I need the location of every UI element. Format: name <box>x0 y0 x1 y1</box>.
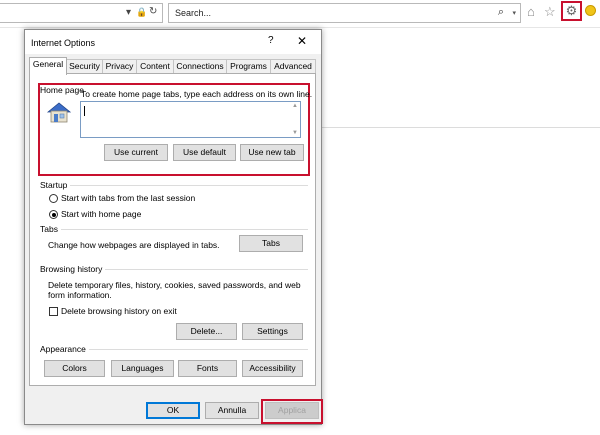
tab-connections[interactable]: Connections <box>173 59 227 74</box>
home-page-input[interactable]: ▲ ▼ <box>80 101 301 138</box>
tab-programs[interactable]: Programs <box>226 59 271 74</box>
gear-icon: ⚙ <box>565 3 578 18</box>
home-icon[interactable]: ⌂ <box>527 4 535 19</box>
scroll-down-arrow-icon[interactable]: ▼ <box>292 130 298 136</box>
ok-button[interactable]: OK <box>146 402 200 419</box>
tab-privacy[interactable]: Privacy <box>102 59 137 74</box>
tab-security[interactable]: Security <box>66 59 103 74</box>
search-icon[interactable]: ⌕ <box>498 6 504 19</box>
dialog-title: Internet Options <box>31 38 96 48</box>
use-new-tab-button[interactable]: Use new tab <box>240 144 304 161</box>
home-page-description: To create home page tabs, type each addr… <box>81 89 313 99</box>
tab-general[interactable]: General <box>29 57 67 75</box>
radio-last-session[interactable] <box>49 194 58 203</box>
accessibility-button[interactable]: Accessibility <box>242 360 303 377</box>
tab-advanced[interactable]: Advanced <box>270 59 316 74</box>
tabs-section-label: Tabs <box>40 224 61 234</box>
home-page-label: Home page <box>40 85 87 95</box>
startup-label: Startup <box>40 180 71 190</box>
content-divider <box>321 127 600 128</box>
tools-gear-button[interactable]: ⚙ <box>561 1 582 21</box>
browsing-history-label: Browsing history <box>40 264 106 274</box>
browsing-history-rule <box>104 269 308 270</box>
tabs-rule <box>60 229 308 230</box>
startup-rule <box>70 185 308 186</box>
use-default-button[interactable]: Use default <box>173 144 236 161</box>
internet-options-dialog: Internet Options ? ✕ General Security Pr… <box>24 29 323 425</box>
address-bar[interactable]: ▾ 🔒 ↻ <box>0 3 163 23</box>
languages-button[interactable]: Languages <box>111 360 174 377</box>
search-box[interactable]: Search... ⌕ ▾ <box>168 3 521 23</box>
appearance-rule <box>88 349 308 350</box>
colors-button[interactable]: Colors <box>44 360 105 377</box>
favorites-star-icon[interactable]: ☆ <box>544 4 556 20</box>
apply-button[interactable]: Applica <box>265 402 319 419</box>
tab-content[interactable]: Content <box>136 59 174 74</box>
dialog-titlebar[interactable]: Internet Options ? ✕ <box>25 30 321 54</box>
appearance-label: Appearance <box>40 344 89 354</box>
tabs-description: Change how webpages are displayed in tab… <box>48 240 220 250</box>
home-page-house-icon <box>47 102 71 123</box>
refresh-icon[interactable]: ↻ <box>149 6 157 17</box>
delete-on-exit-label: Delete browsing history on exit <box>61 306 177 316</box>
fonts-button[interactable]: Fonts <box>178 360 237 377</box>
radio-last-session-label: Start with tabs from the last session <box>61 193 196 203</box>
general-tab-panel: Home page To create home page tabs, type… <box>29 73 316 386</box>
address-dropdown-icon[interactable]: ▾ <box>126 7 131 18</box>
cancel-button[interactable]: Annulla <box>205 402 259 419</box>
browsing-history-description-line1: Delete temporary files, history, cookies… <box>48 280 301 290</box>
feedback-smiley-icon[interactable] <box>585 5 596 16</box>
radio-home-page-label: Start with home page <box>61 209 142 219</box>
lock-icon: 🔒 <box>136 7 148 17</box>
use-current-button[interactable]: Use current <box>104 144 168 161</box>
browsing-history-description-line2: form information. <box>48 290 112 300</box>
search-dropdown-icon[interactable]: ▾ <box>512 9 516 17</box>
close-button[interactable]: ✕ <box>297 34 307 48</box>
tabs-button[interactable]: Tabs <box>239 235 303 252</box>
toolbar-divider <box>0 27 600 28</box>
text-caret <box>84 106 85 116</box>
help-button[interactable]: ? <box>268 35 274 46</box>
scroll-up-arrow-icon[interactable]: ▲ <box>292 103 298 109</box>
search-input[interactable]: Search... <box>175 8 211 18</box>
delete-on-exit-checkbox[interactable] <box>49 307 58 316</box>
radio-home-page[interactable] <box>49 210 58 219</box>
delete-button[interactable]: Delete... <box>176 323 237 340</box>
settings-button[interactable]: Settings <box>242 323 303 340</box>
